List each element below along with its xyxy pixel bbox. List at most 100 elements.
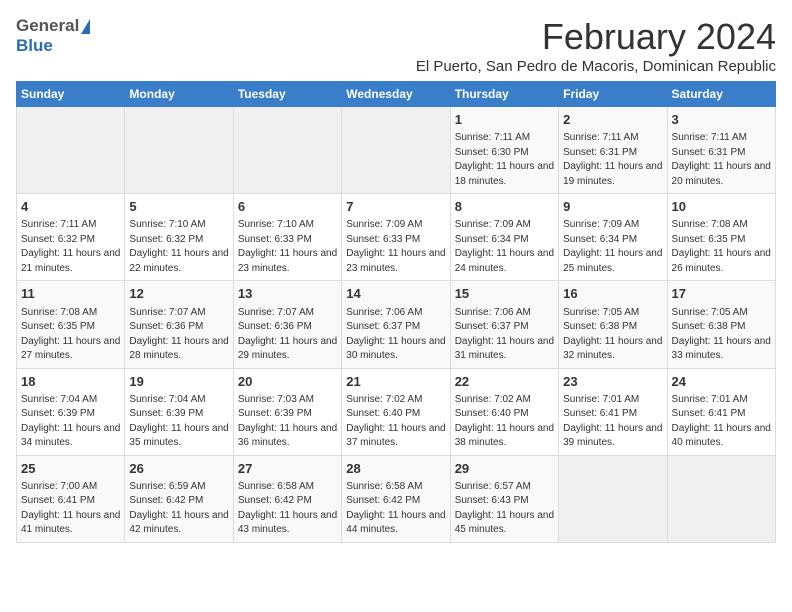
calendar-cell xyxy=(667,455,775,542)
day-number: 27 xyxy=(238,460,337,478)
day-info: Sunrise: 7:09 AMSunset: 6:34 PMDaylight:… xyxy=(563,218,662,276)
day-info: Sunrise: 7:07 AMSunset: 6:36 PMDaylight:… xyxy=(238,306,337,364)
header-wednesday: Wednesday xyxy=(342,82,450,107)
calendar-cell: 9 Sunrise: 7:09 AMSunset: 6:34 PMDaylight… xyxy=(559,194,667,281)
calendar-cell: 3 Sunrise: 7:11 AMSunset: 6:31 PMDaylight… xyxy=(667,107,775,194)
header-tuesday: Tuesday xyxy=(233,82,341,107)
logo-blue: Blue xyxy=(16,36,53,55)
day-info: Sunrise: 7:09 AMSunset: 6:34 PMDaylight:… xyxy=(455,218,554,276)
calendar-cell: 17Sunrise: 7:05 AMSunset: 6:38 PMDayligh… xyxy=(667,281,775,368)
day-number: 14 xyxy=(346,285,445,303)
day-number: 5 xyxy=(129,198,228,216)
header-sunday: Sunday xyxy=(17,82,125,107)
day-number: 18 xyxy=(21,373,120,391)
calendar-cell: 8 Sunrise: 7:09 AMSunset: 6:34 PMDaylight… xyxy=(450,194,558,281)
calendar-cell: 23 Sunrise: 7:01 AMSunset: 6:41 PMDayligh… xyxy=(559,368,667,455)
calendar-cell xyxy=(342,107,450,194)
calendar-table: Sunday Monday Tuesday Wednesday Thursday… xyxy=(16,81,776,543)
month-year-title: February 2024 xyxy=(416,16,776,58)
day-number: 4 xyxy=(21,198,120,216)
calendar-cell: 19 Sunrise: 7:04 AMSunset: 6:39 PMDayligh… xyxy=(125,368,233,455)
calendar-cell: 29 Sunrise: 6:57 AMSunset: 6:43 PMDayligh… xyxy=(450,455,558,542)
calendar-cell: 21 Sunrise: 7:02 AMSunset: 6:40 PMDayligh… xyxy=(342,368,450,455)
calendar-cell: 22Sunrise: 7:02 AMSunset: 6:40 PMDayligh… xyxy=(450,368,558,455)
day-info: Sunrise: 7:11 AMSunset: 6:31 PMDaylight:… xyxy=(563,131,662,189)
day-number: 23 xyxy=(563,373,662,391)
calendar-cell xyxy=(233,107,341,194)
calendar-cell: 4 Sunrise: 7:11 AMSunset: 6:32 PMDaylight… xyxy=(17,194,125,281)
day-info: Sunrise: 7:01 AMSunset: 6:41 PMDaylight:… xyxy=(563,393,662,451)
calendar-cell: 5 Sunrise: 7:10 AMSunset: 6:32 PMDaylight… xyxy=(125,194,233,281)
day-number: 8 xyxy=(455,198,554,216)
logo: General Blue xyxy=(16,16,91,56)
day-number: 29 xyxy=(455,460,554,478)
calendar-cell: 13 Sunrise: 7:07 AMSunset: 6:36 PMDayligh… xyxy=(233,281,341,368)
day-number: 25 xyxy=(21,460,120,478)
day-number: 11 xyxy=(21,285,120,303)
calendar-cell xyxy=(125,107,233,194)
calendar-cell: 27 Sunrise: 6:58 AMSunset: 6:42 PMDayligh… xyxy=(233,455,341,542)
day-info: Sunrise: 7:02 AMSunset: 6:40 PMDaylight:… xyxy=(346,393,445,451)
day-info: Sunrise: 7:04 AMSunset: 6:39 PMDaylight:… xyxy=(129,393,228,451)
day-number: 16 xyxy=(563,285,662,303)
day-number: 10 xyxy=(672,198,771,216)
title-area: February 2024 El Puerto, San Pedro de Ma… xyxy=(416,16,776,75)
day-info: Sunrise: 6:59 AMSunset: 6:42 PMDaylight:… xyxy=(129,480,228,538)
day-number: 17 xyxy=(672,285,771,303)
day-info: Sunrise: 7:11 AMSunset: 6:32 PMDaylight:… xyxy=(21,218,120,276)
calendar-cell: 26 Sunrise: 6:59 AMSunset: 6:42 PMDayligh… xyxy=(125,455,233,542)
day-number: 19 xyxy=(129,373,228,391)
day-info: Sunrise: 7:10 AMSunset: 6:32 PMDaylight:… xyxy=(129,218,228,276)
day-number: 24 xyxy=(672,373,771,391)
day-number: 7 xyxy=(346,198,445,216)
calendar-cell: 24 Sunrise: 7:01 AMSunset: 6:41 PMDayligh… xyxy=(667,368,775,455)
calendar-cell: 12Sunrise: 7:07 AMSunset: 6:36 PMDayligh… xyxy=(125,281,233,368)
calendar-week-row: 4 Sunrise: 7:11 AMSunset: 6:32 PMDaylight… xyxy=(17,194,776,281)
logo-general: General xyxy=(16,16,79,35)
calendar-cell: 16 Sunrise: 7:05 AMSunset: 6:38 PMDayligh… xyxy=(559,281,667,368)
day-number: 13 xyxy=(238,285,337,303)
page-header: General Blue February 2024 El Puerto, Sa… xyxy=(16,16,776,75)
day-info: Sunrise: 7:06 AMSunset: 6:37 PMDaylight:… xyxy=(455,306,554,364)
calendar-week-row: 1 Sunrise: 7:11 AMSunset: 6:30 PMDaylight… xyxy=(17,107,776,194)
day-info: Sunrise: 7:11 AMSunset: 6:30 PMDaylight:… xyxy=(455,131,554,189)
header-saturday: Saturday xyxy=(667,82,775,107)
calendar-cell: 2 Sunrise: 7:11 AMSunset: 6:31 PMDaylight… xyxy=(559,107,667,194)
day-info: Sunrise: 7:11 AMSunset: 6:31 PMDaylight:… xyxy=(672,131,771,189)
day-info: Sunrise: 7:08 AMSunset: 6:35 PMDaylight:… xyxy=(672,218,771,276)
day-info: Sunrise: 7:07 AMSunset: 6:36 PMDaylight:… xyxy=(129,306,228,364)
weekday-header-row: Sunday Monday Tuesday Wednesday Thursday… xyxy=(17,82,776,107)
header-monday: Monday xyxy=(125,82,233,107)
day-info: Sunrise: 6:58 AMSunset: 6:42 PMDaylight:… xyxy=(238,480,337,538)
day-info: Sunrise: 7:08 AMSunset: 6:35 PMDaylight:… xyxy=(21,306,120,364)
calendar-cell xyxy=(559,455,667,542)
day-number: 21 xyxy=(346,373,445,391)
calendar-cell: 14Sunrise: 7:06 AMSunset: 6:37 PMDayligh… xyxy=(342,281,450,368)
day-number: 1 xyxy=(455,111,554,129)
location-subtitle: El Puerto, San Pedro de Macoris, Dominic… xyxy=(416,58,776,75)
day-info: Sunrise: 7:01 AMSunset: 6:41 PMDaylight:… xyxy=(672,393,771,451)
calendar-cell: 11 Sunrise: 7:08 AMSunset: 6:35 PMDayligh… xyxy=(17,281,125,368)
calendar-week-row: 25 Sunrise: 7:00 AMSunset: 6:41 PMDayligh… xyxy=(17,455,776,542)
calendar-cell: 20Sunrise: 7:03 AMSunset: 6:39 PMDayligh… xyxy=(233,368,341,455)
calendar-cell: 6Sunrise: 7:10 AMSunset: 6:33 PMDaylight… xyxy=(233,194,341,281)
calendar-cell: 15 Sunrise: 7:06 AMSunset: 6:37 PMDayligh… xyxy=(450,281,558,368)
day-number: 9 xyxy=(563,198,662,216)
day-number: 3 xyxy=(672,111,771,129)
day-number: 26 xyxy=(129,460,228,478)
day-number: 2 xyxy=(563,111,662,129)
day-info: Sunrise: 6:57 AMSunset: 6:43 PMDaylight:… xyxy=(455,480,554,538)
calendar-cell: 18 Sunrise: 7:04 AMSunset: 6:39 PMDayligh… xyxy=(17,368,125,455)
day-info: Sunrise: 7:00 AMSunset: 6:41 PMDaylight:… xyxy=(21,480,120,538)
header-friday: Friday xyxy=(559,82,667,107)
day-info: Sunrise: 7:09 AMSunset: 6:33 PMDaylight:… xyxy=(346,218,445,276)
day-info: Sunrise: 6:58 AMSunset: 6:42 PMDaylight:… xyxy=(346,480,445,538)
day-number: 15 xyxy=(455,285,554,303)
day-info: Sunrise: 7:02 AMSunset: 6:40 PMDaylight:… xyxy=(455,393,554,451)
day-info: Sunrise: 7:05 AMSunset: 6:38 PMDaylight:… xyxy=(563,306,662,364)
day-info: Sunrise: 7:04 AMSunset: 6:39 PMDaylight:… xyxy=(21,393,120,451)
calendar-week-row: 18 Sunrise: 7:04 AMSunset: 6:39 PMDayligh… xyxy=(17,368,776,455)
day-number: 6 xyxy=(238,198,337,216)
day-number: 20 xyxy=(238,373,337,391)
calendar-week-row: 11 Sunrise: 7:08 AMSunset: 6:35 PMDayligh… xyxy=(17,281,776,368)
